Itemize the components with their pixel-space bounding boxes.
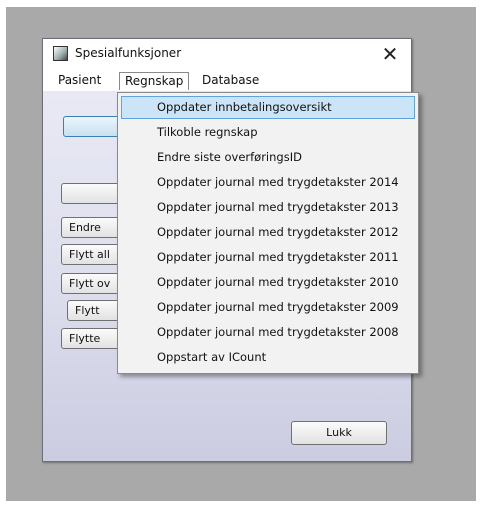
menu-item-trygdetakster-2008[interactable]: Oppdater journal med trygdetakster 2008 <box>121 321 415 344</box>
menu-item-trygdetakster-2013[interactable]: Oppdater journal med trygdetakster 2013 <box>121 196 415 219</box>
window-title: Spesialfunksjoner <box>75 46 182 60</box>
function-button-1[interactable] <box>63 116 123 137</box>
menu-item-oppdater-innbetalingsoversikt[interactable]: Oppdater innbetalingsoversikt <box>121 96 415 119</box>
app-icon <box>53 46 68 61</box>
menu-item-trygdetakster-2009[interactable]: Oppdater journal med trygdetakster 2009 <box>121 296 415 319</box>
lukk-button[interactable]: Lukk <box>291 421 387 445</box>
title-bar: Spesialfunksjoner ✕ <box>43 39 411 69</box>
menu-pasient[interactable]: Pasient <box>53 72 106 90</box>
menu-item-trygdetakster-2012[interactable]: Oppdater journal med trygdetakster 2012 <box>121 221 415 244</box>
menu-regnskap[interactable]: Regnskap <box>119 72 190 90</box>
endre-button[interactable]: Endre <box>61 217 123 238</box>
regnskap-dropdown: Oppdater innbetalingsoversikt Tilkoble r… <box>117 92 419 374</box>
menu-item-trygdetakster-2011[interactable]: Oppdater journal med trygdetakster 2011 <box>121 246 415 269</box>
flytt-button[interactable]: Flytt <box>67 300 123 321</box>
flytte-button[interactable]: Flytte <box>61 328 123 349</box>
close-icon[interactable]: ✕ <box>377 41 403 67</box>
menu-database[interactable]: Database <box>197 72 264 90</box>
function-button-2[interactable] <box>61 183 123 204</box>
menu-item-oppstart-icount[interactable]: Oppstart av ICount <box>121 346 415 369</box>
menu-item-endre-overforingsid[interactable]: Endre siste overføringsID <box>121 146 415 169</box>
menu-item-tilkoble-regnskap[interactable]: Tilkoble regnskap <box>121 121 415 144</box>
menu-item-trygdetakster-2014[interactable]: Oppdater journal med trygdetakster 2014 <box>121 171 415 194</box>
flytt-all-button[interactable]: Flytt all <box>61 244 123 265</box>
menu-item-trygdetakster-2010[interactable]: Oppdater journal med trygdetakster 2010 <box>121 271 415 294</box>
flytt-ov-button[interactable]: Flytt ov <box>61 273 123 294</box>
menu-bar: Pasient Regnskap Database <box>43 69 411 91</box>
